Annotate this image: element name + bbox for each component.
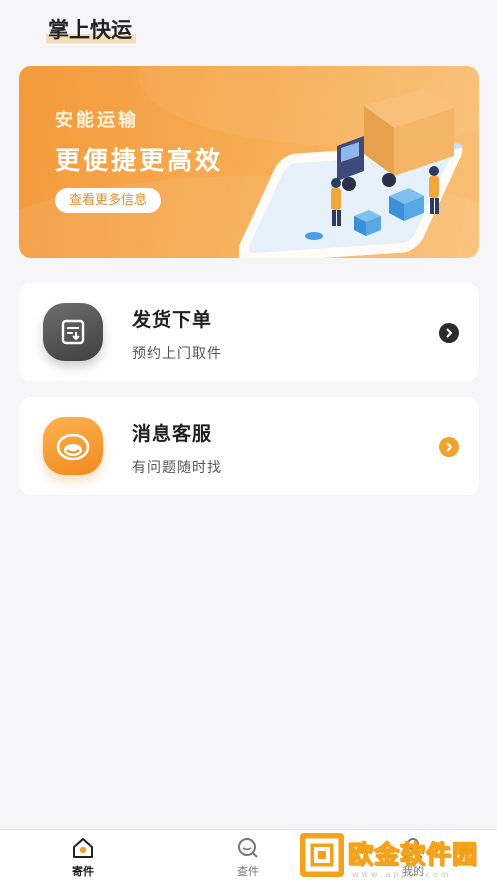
banner-subtitle: 安能运输 — [55, 110, 139, 131]
customer-service-card[interactable]: 消息客服 有问题随时找 — [19, 397, 479, 495]
tab-label: 寄件 — [72, 865, 94, 878]
customer-service-subtitle: 有问题随时找 — [132, 460, 222, 476]
tab-track[interactable]: 查件 — [208, 836, 288, 879]
shipping-form-icon — [43, 303, 103, 361]
customer-service-title: 消息客服 — [132, 423, 213, 445]
tab-label: 查件 — [237, 865, 259, 878]
app-title: 掌上快运 — [46, 14, 136, 46]
more-info-button[interactable]: 查看更多信息 — [55, 188, 162, 213]
watermark-url: www.apjin.com — [352, 870, 452, 879]
customer-service-icon — [43, 417, 103, 475]
promo-banner[interactable]: 安能运输 更便捷更高效 查看更多信息 — [19, 66, 479, 258]
ship-order-card[interactable]: 发货下单 预约上门取件 — [19, 283, 479, 381]
chevron-right-icon[interactable] — [439, 323, 459, 343]
tab-send[interactable]: 寄件 — [43, 836, 123, 879]
home-icon — [73, 838, 93, 858]
delivery-truck-illustration — [239, 88, 463, 258]
watermark: 欧金软件园 www.apjin.com — [296, 829, 497, 883]
chevron-right-icon[interactable] — [439, 437, 459, 457]
ship-order-title: 发货下单 — [132, 309, 213, 331]
banner-headline: 更便捷更高效 — [55, 146, 224, 175]
watermark-logo-icon — [300, 833, 344, 877]
watermark-text: 欧金软件园 — [347, 840, 479, 870]
ship-order-subtitle: 预约上门取件 — [132, 346, 222, 362]
search-icon — [238, 838, 258, 858]
